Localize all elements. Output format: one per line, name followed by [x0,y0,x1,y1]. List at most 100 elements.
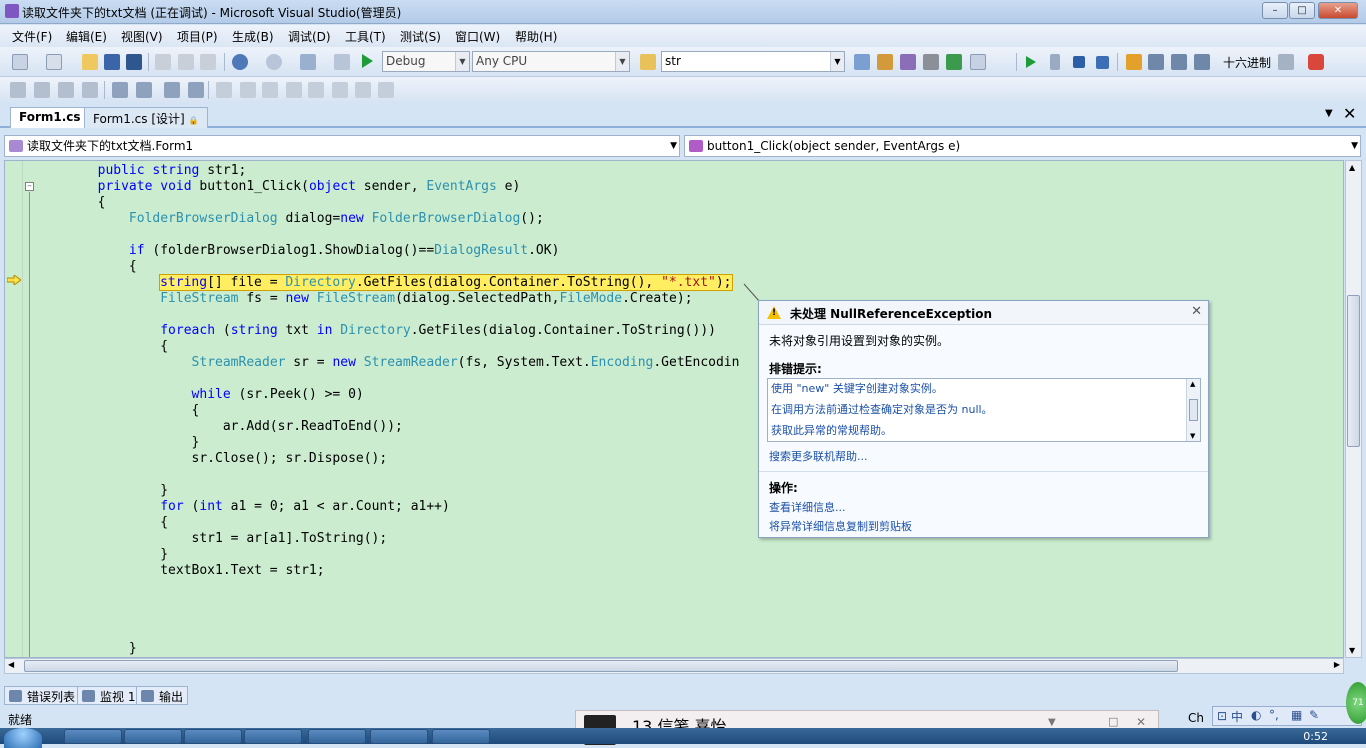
display-object-member-list-icon[interactable] [10,82,26,98]
collapse-icon[interactable]: – [25,182,34,191]
step-into-icon[interactable] [1148,54,1164,70]
taskbar-app-mail[interactable] [64,729,122,744]
navigate-backward-icon[interactable] [300,54,316,70]
taskbar-app-folder[interactable] [244,729,302,744]
breakpoints-icon[interactable] [1278,54,1294,70]
save-icon[interactable] [104,54,120,70]
chevron-down-icon[interactable]: ▼ [1048,717,1056,728]
start-page-icon[interactable] [946,54,962,70]
minimize-button[interactable]: – [1262,2,1288,19]
menu-edit[interactable]: 编辑(E) [66,28,107,45]
object-browser-icon[interactable] [900,54,916,70]
scroll-down-icon[interactable]: ▼ [1349,646,1355,655]
continue-icon[interactable] [1026,56,1036,68]
member-select[interactable]: button1_Click(object sender, EventArgs e… [684,135,1361,157]
complete-word-icon[interactable] [82,82,98,98]
taskbar-app-music[interactable] [432,729,490,744]
menu-build[interactable]: 生成(B) [232,28,274,45]
tips-scroll-thumb[interactable] [1189,399,1198,421]
break-all-icon[interactable] [1050,54,1060,70]
parameter-info-icon[interactable] [34,82,50,98]
tip-link[interactable]: 在调用方法前通过检查确定对象是否为 null。 [771,401,993,417]
menu-debug[interactable]: 调试(D) [288,28,331,45]
taskbar-app-chrome[interactable] [184,729,242,744]
menu-file[interactable]: 文件(F) [12,28,52,45]
network-speed-badge[interactable]: 71 [1346,682,1366,724]
configuration-select[interactable]: Debug ▼ [382,51,470,72]
menu-test[interactable]: 测试(S) [400,28,441,45]
toggle-bookmark-icon[interactable] [216,82,232,98]
save-all-icon[interactable] [126,54,142,70]
redo-icon[interactable] [266,54,282,70]
menu-project[interactable]: 项目(P) [177,28,218,45]
toolbox-icon[interactable] [923,54,939,70]
settings-icon[interactable]: ✎ [1309,708,1319,722]
tab-form1-design[interactable]: Form1.cs [设计] 🔒 [84,107,208,128]
start-button[interactable] [4,728,42,748]
step-over-icon[interactable] [1171,54,1187,70]
previous-bookmark-in-document-icon[interactable] [332,82,348,98]
close-icon[interactable]: ✕ [1136,715,1146,729]
tips-scrollbar[interactable]: ▲ ▼ [1186,379,1200,441]
active-files-dropdown-icon[interactable]: ▼ [1325,108,1333,119]
ime-mode[interactable]: 中 [1231,708,1243,725]
menu-view[interactable]: 视图(V) [121,28,163,45]
start-debugging-icon[interactable] [362,54,373,68]
half-width-icon[interactable]: ◐ [1251,708,1261,722]
show-next-statement-icon[interactable] [1126,54,1142,70]
view-detail-link[interactable]: 查看详细信息... [769,499,846,515]
maximize-icon[interactable]: □ [1108,715,1118,728]
next-bookmark-in-folder-icon[interactable] [308,82,324,98]
next-bookmark-icon[interactable] [262,82,278,98]
class-select[interactable]: 读取文件夹下的txt文档.Form1 ▼ [4,135,680,157]
close-icon[interactable]: ✕ [1191,304,1202,319]
scroll-right-icon[interactable]: ▶ [1334,660,1340,669]
close-document-icon[interactable]: ✕ [1343,104,1356,123]
navigate-forward-icon[interactable] [334,54,350,70]
clock[interactable]: 0:52 [1303,730,1328,743]
close-button[interactable]: ✕ [1318,2,1358,19]
menu-tools[interactable]: 工具(T) [345,28,386,45]
find-input[interactable]: str ▼ [661,51,845,72]
tip-link[interactable]: 获取此异常的常规帮助。 [771,422,892,438]
decrease-indent-icon[interactable] [112,82,128,98]
step-out-icon[interactable] [1194,54,1210,70]
tab-error-list[interactable]: 错误列表 [4,686,81,705]
restart-icon[interactable] [1096,56,1109,69]
taskbar-app-explorer[interactable] [370,729,428,744]
taskbar-app-qq[interactable] [124,729,182,744]
open-folder-icon[interactable] [82,54,98,70]
scroll-left-icon[interactable]: ◀ [8,660,14,669]
stop-debugging-icon[interactable] [1073,56,1085,68]
comment-out-icon[interactable] [164,82,180,98]
cut-icon[interactable] [155,54,171,70]
quick-info-icon[interactable] [58,82,74,98]
horizontal-scrollbar[interactable]: ◀ ▶ [4,658,1344,674]
tip-link[interactable]: 使用 "new" 关键字创建对象实例。 [771,380,943,396]
platform-select[interactable]: Any CPU ▼ [472,51,630,72]
taskbar-app-browser[interactable] [308,729,366,744]
menu-help[interactable]: 帮助(H) [515,28,557,45]
previous-bookmark-icon[interactable] [240,82,256,98]
scroll-down-icon[interactable]: ▼ [1190,432,1195,440]
solution-explorer-icon[interactable] [854,54,870,70]
scroll-up-icon[interactable]: ▲ [1349,163,1355,172]
uncomment-icon[interactable] [188,82,204,98]
indicator-margin[interactable] [5,161,23,657]
previous-bookmark-in-folder-icon[interactable] [286,82,302,98]
hexadecimal-toggle[interactable]: 十六进制 [1223,54,1271,71]
undo-icon[interactable] [232,54,248,70]
tab-output[interactable]: 输出 [136,686,189,705]
find-in-files-icon[interactable] [640,54,656,70]
scroll-up-icon[interactable]: ▲ [1190,380,1195,388]
properties-icon[interactable] [877,54,893,70]
clear-bookmarks-icon[interactable] [378,82,394,98]
input-language-indicator[interactable]: Ch [1188,711,1204,725]
maximize-button[interactable]: □ [1289,2,1315,19]
paste-icon[interactable] [200,54,216,70]
search-online-help-link[interactable]: 搜索更多联机帮助... [769,448,868,464]
copy-exception-detail-link[interactable]: 将异常详细信息复制到剪贴板 [769,518,912,534]
ime-toolbar[interactable]: ⊡ 中 ◐ °, ▦ ✎ [1212,706,1362,726]
copy-icon[interactable] [178,54,194,70]
windows-dropdown-icon[interactable] [1308,54,1324,70]
